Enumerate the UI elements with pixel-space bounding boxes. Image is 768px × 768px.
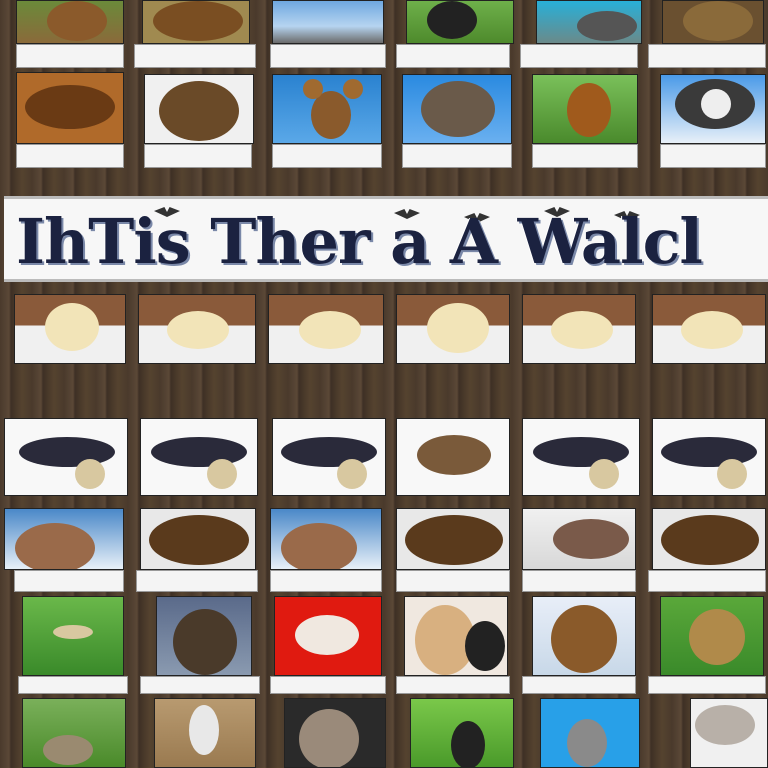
label-card: [522, 676, 636, 694]
photo-leopard: [396, 508, 510, 570]
label-card: [660, 144, 766, 168]
photo-bird-dog: [140, 418, 258, 496]
label-card: [270, 676, 386, 694]
photo-leopard: [652, 508, 766, 570]
label-card: [396, 676, 510, 694]
label-card: [648, 44, 766, 68]
photo-bird-dog: [652, 418, 766, 496]
photo-dog-grass: [410, 698, 514, 768]
photo-bird-dog: [522, 418, 640, 496]
label-card: [396, 44, 510, 68]
photo-beige: [154, 698, 256, 768]
banner-title: IhTis Ther a A Walcl: [16, 205, 703, 278]
label-card: [270, 44, 386, 68]
photo-sky: [272, 0, 384, 44]
photo-cheetah: [660, 596, 764, 676]
photo-sheep: [14, 294, 126, 364]
label-card: [648, 570, 766, 592]
photo-horse: [662, 0, 764, 44]
photo-otter: [690, 698, 768, 768]
photo-sheep: [268, 294, 384, 364]
label-card: [18, 676, 128, 694]
photo-goat: [396, 418, 510, 496]
photo-cow: [404, 596, 508, 676]
photo-sheep: [652, 294, 766, 364]
photo-row-3: [0, 294, 768, 368]
photo-row-1: [0, 0, 768, 70]
photo-bear-blue: [402, 74, 512, 144]
label-card: [402, 144, 512, 168]
label-card: [14, 570, 124, 592]
photo-fox: [532, 596, 636, 676]
label-card: [144, 144, 252, 168]
label-card: [520, 44, 638, 68]
label-card: [134, 44, 256, 68]
photo-bear-green: [532, 74, 638, 144]
photo-sheep: [522, 294, 636, 364]
photo-row-5: [0, 508, 768, 594]
photo-horses: [16, 0, 124, 44]
photo-sheep: [138, 294, 256, 364]
photo-goats: [660, 74, 766, 144]
photo-horse-head: [270, 508, 382, 570]
photo-bird-dog: [272, 418, 386, 496]
photo-moose: [272, 74, 382, 144]
photo-row-6: [0, 596, 768, 696]
label-card: [16, 44, 124, 68]
photo-sheep: [396, 294, 510, 364]
photo-water: [536, 0, 642, 44]
photo-horse-head: [4, 508, 124, 570]
photo-bird-dog: [4, 418, 128, 496]
label-card: [136, 570, 258, 592]
label-card: [272, 144, 382, 168]
photo-row-2: [0, 72, 768, 172]
photo-goose: [22, 698, 126, 768]
label-card: [140, 676, 260, 694]
photo-grass-bird: [22, 596, 124, 676]
photo-anteater: [522, 508, 636, 570]
photo-deer-blue: [540, 698, 640, 768]
photo-cattle: [406, 0, 514, 44]
photo-bison: [142, 0, 250, 44]
photo-row-7: [0, 698, 768, 768]
label-card: [648, 676, 766, 694]
label-card: [16, 144, 124, 168]
photo-bear: [144, 74, 254, 144]
photo-red-dog: [274, 596, 382, 676]
photo-rodent: [284, 698, 386, 768]
photo-row-4: [0, 418, 768, 498]
label-card: [522, 570, 636, 592]
photo-driftwood: [16, 72, 124, 144]
photo-leopard: [140, 508, 256, 570]
label-card: [532, 144, 638, 168]
photo-wild-dog: [156, 596, 252, 676]
label-card: [270, 570, 382, 592]
label-card: [396, 570, 510, 592]
title-banner: IhTis Ther a A Walcl: [4, 196, 768, 282]
